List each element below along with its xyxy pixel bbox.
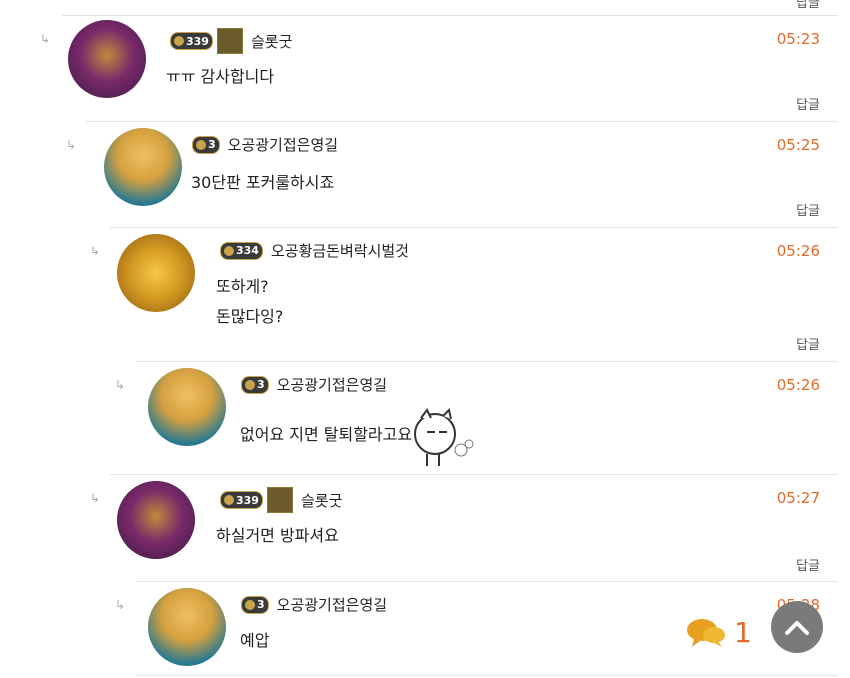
chevron-up-icon (785, 621, 809, 635)
coin-icon (224, 245, 234, 256)
avatar[interactable] (104, 128, 182, 206)
coin-icon (224, 495, 234, 505)
timestamp: 05:26 (776, 242, 820, 260)
trophy-icon (266, 487, 293, 513)
divider (110, 474, 838, 475)
comment-count-button[interactable]: 1 (686, 616, 752, 649)
reply-arrow-icon: ↳ (90, 491, 101, 505)
reply-button[interactable]: 답글 (796, 555, 820, 574)
nickname[interactable]: 오공광기접은영길 (277, 374, 387, 395)
comment-text: 30단판 포커룰하시죠 (191, 173, 335, 192)
divider (86, 121, 838, 122)
reply-button-top[interactable]: 답글 (796, 0, 820, 11)
comment-text: 하실거면 방파셔요 (216, 526, 339, 545)
level-badge: 339 (220, 491, 263, 509)
reply-arrow-icon: ↳ (66, 138, 77, 152)
emoticon-sticker-icon (414, 408, 474, 466)
reply-button[interactable]: 답글 (796, 334, 820, 353)
nickname[interactable]: 오공광기접은영길 (228, 134, 338, 155)
nickname[interactable]: 슬롯굿 (251, 31, 292, 52)
reply-arrow-icon: ↳ (90, 244, 101, 258)
divider (136, 581, 838, 582)
comment-text: 예압 (240, 631, 270, 650)
level-icon (245, 599, 255, 610)
avatar[interactable] (148, 368, 226, 446)
nickname[interactable]: 오공황금돈벼락시벌것 (271, 240, 409, 261)
timestamp: 05:25 (776, 136, 820, 154)
reply-arrow-icon: ↳ (40, 32, 51, 46)
level-badge: 3 (241, 375, 269, 394)
reply-button[interactable]: 답글 (796, 200, 820, 219)
divider (136, 675, 838, 676)
comment-item: ↳ 334 오공황금돈벼락시벌것 05:26 또하게? 돈많다잉? 답글 (90, 232, 820, 360)
level-icon (245, 379, 255, 390)
comment-text: 없어요 지면 탈퇴할라고요 (240, 425, 413, 444)
nickname[interactable]: 오공광기접은영길 (277, 594, 387, 615)
timestamp: 05:26 (776, 376, 820, 394)
comment-line: 돈많다잉? (216, 307, 284, 326)
level-badge: 339 (170, 32, 213, 50)
level-badge: 334 (220, 241, 263, 260)
avatar[interactable] (117, 234, 195, 312)
avatar[interactable] (68, 20, 146, 98)
reply-arrow-icon: ↳ (115, 598, 126, 612)
divider (110, 227, 838, 228)
level-badge: 3 (192, 135, 220, 154)
comment-item: ↳ 339 슬롯굿 05:23 ㅠㅠ 감사합니다 답글 (40, 20, 820, 126)
level-badge: 3 (241, 595, 269, 614)
divider (136, 361, 838, 362)
avatar[interactable] (148, 588, 226, 666)
reply-button[interactable]: 답글 (796, 94, 820, 113)
timestamp: 05:27 (776, 489, 820, 507)
avatar[interactable] (117, 481, 195, 559)
comment-line: 또하게? (216, 277, 269, 296)
comment-item: ↳ 3 오공광기접은영길 05:25 30단판 포커룰하시죠 답글 (66, 126, 820, 232)
comment-text: ㅠㅠ 감사합니다 (166, 67, 275, 86)
trophy-icon (216, 28, 243, 54)
coin-icon (174, 36, 184, 46)
comment-item: ↳ 339 슬롯굿 05:27 하실거면 방파셔요 답글 (90, 479, 820, 585)
comment-text: 또하게? 돈많다잉? (216, 272, 283, 332)
divider (62, 15, 838, 16)
timestamp: 05:23 (776, 30, 820, 48)
speech-bubble-icon (687, 618, 725, 647)
reply-arrow-icon: ↳ (115, 378, 126, 392)
level-icon (196, 139, 206, 150)
comment-count: 1 (734, 616, 752, 649)
nickname[interactable]: 슬롯굿 (301, 490, 342, 511)
comment-item: ↳ 3 오공광기접은영길 05:26 없어요 지면 탈퇴할라고요 (115, 366, 820, 472)
scroll-to-top-button[interactable] (771, 601, 823, 653)
